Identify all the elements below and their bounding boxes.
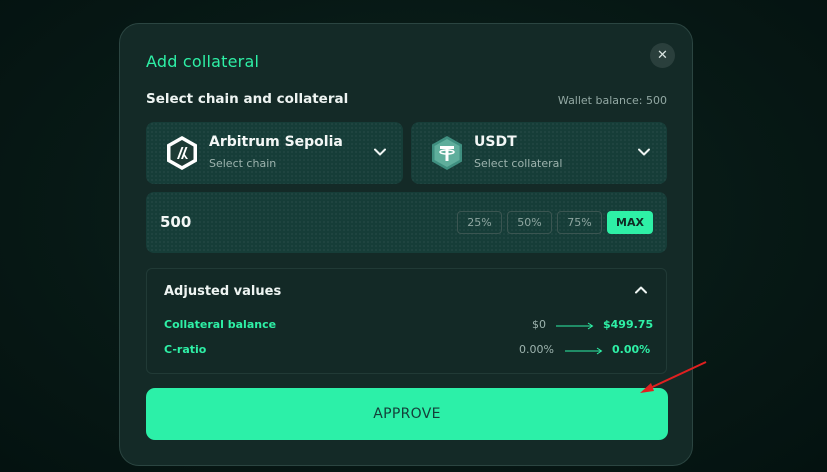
preset-50-button[interactable]: 50% bbox=[507, 211, 552, 234]
collateral-balance-new: $499.75 bbox=[603, 318, 654, 331]
preset-25-button[interactable]: 25% bbox=[457, 211, 502, 234]
chain-select[interactable]: Arbitrum Sepolia Select chain bbox=[146, 122, 403, 184]
collateral-select-value: USDT bbox=[474, 134, 517, 150]
c-ratio-label: C-ratio bbox=[164, 343, 207, 356]
arrow-right-icon bbox=[556, 322, 594, 330]
annotation-arrow-icon bbox=[640, 361, 707, 393]
approve-button[interactable]: APPROVE bbox=[146, 388, 668, 440]
collateral-select[interactable]: USDT Select collateral bbox=[411, 122, 667, 184]
close-button[interactable]: ✕ bbox=[650, 43, 675, 68]
tether-logo-icon bbox=[432, 136, 462, 170]
section-title: Select chain and collateral bbox=[146, 91, 349, 107]
collateral-select-helper: Select collateral bbox=[474, 157, 563, 170]
chain-select-helper: Select chain bbox=[209, 157, 277, 170]
collateral-balance-old: $0 bbox=[532, 318, 546, 331]
c-ratio-new: 0.00% bbox=[612, 343, 651, 356]
chevron-down-icon bbox=[374, 148, 386, 156]
adjusted-values-panel: Adjusted values Collateral balance $0 $4… bbox=[146, 268, 667, 374]
adjusted-values-title: Adjusted values bbox=[164, 284, 282, 299]
close-icon: ✕ bbox=[657, 48, 668, 63]
c-ratio-old: 0.00% bbox=[519, 343, 554, 356]
wallet-balance: Wallet balance: 500 bbox=[557, 94, 667, 107]
chevron-up-icon[interactable] bbox=[634, 283, 648, 297]
arrow-right-icon bbox=[565, 347, 603, 355]
add-collateral-modal: Add collateral ✕ Select chain and collat… bbox=[119, 23, 693, 466]
collateral-balance-label: Collateral balance bbox=[164, 318, 277, 331]
chain-select-value: Arbitrum Sepolia bbox=[209, 134, 343, 150]
chevron-down-icon bbox=[638, 148, 650, 156]
modal-title: Add collateral bbox=[146, 52, 260, 71]
max-button[interactable]: MAX bbox=[607, 211, 653, 234]
amount-input[interactable] bbox=[160, 213, 360, 231]
preset-75-button[interactable]: 75% bbox=[557, 211, 602, 234]
amount-field: 25% 50% 75% MAX bbox=[146, 192, 667, 253]
arbitrum-logo-icon bbox=[167, 136, 197, 170]
